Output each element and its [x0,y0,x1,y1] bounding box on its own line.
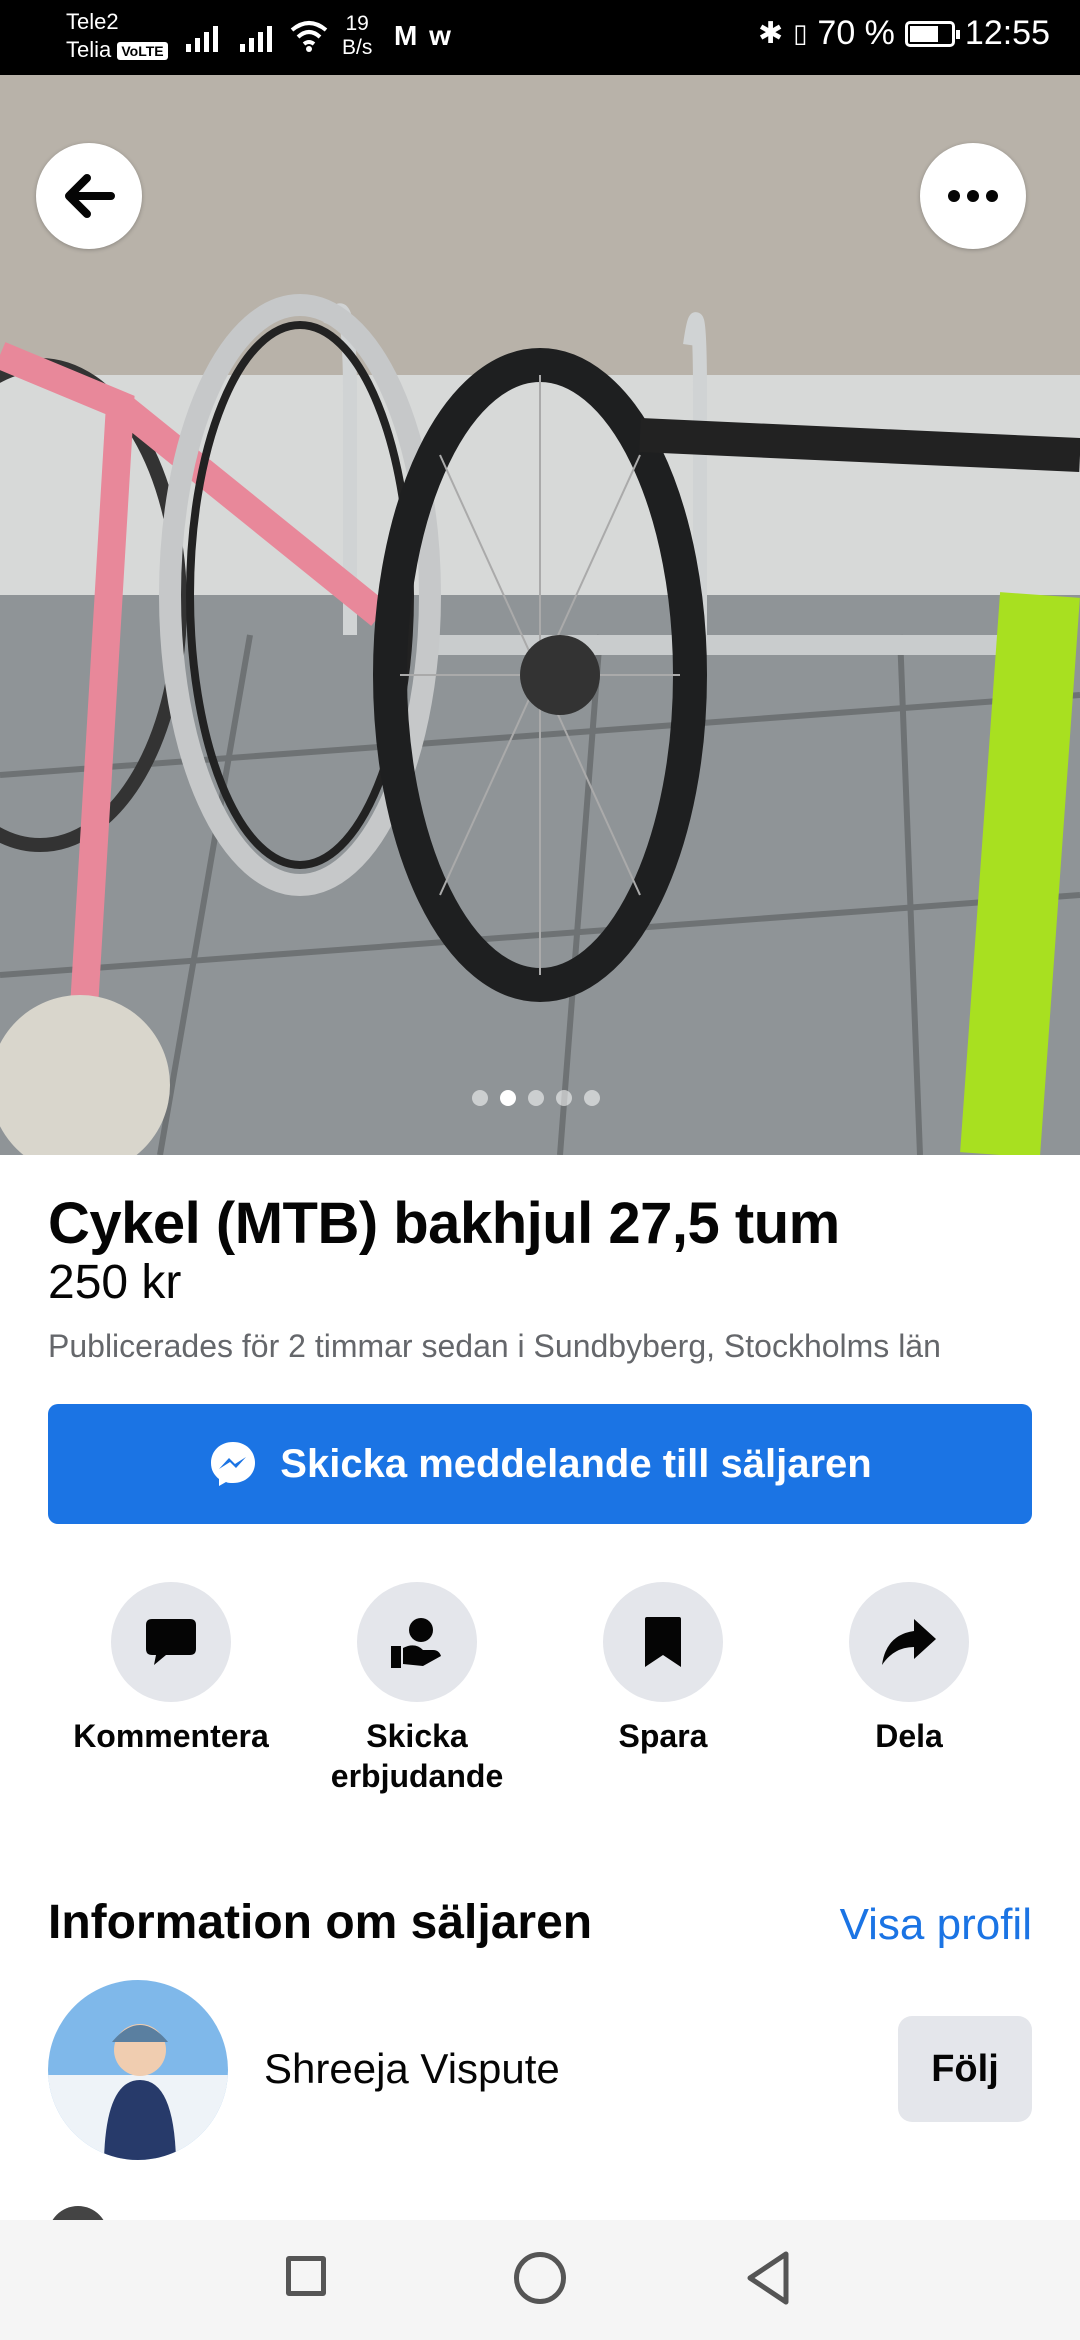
arrow-left-icon [65,174,115,218]
message-seller-button[interactable]: Skicka meddelande till säljaren [48,1404,1032,1524]
status-bar: Tele2 Telia VoLTE 19 B/s M w ✱ ▯ 70 % 12… [0,0,1080,75]
message-seller-label: Skicka meddelande till säljaren [280,1441,872,1486]
seller-info-heading: Information om säljaren [48,1896,593,1949]
comment-icon [146,1619,196,1665]
bookmark-icon [645,1617,681,1667]
seller-name[interactable]: Shreeja Vispute [264,2045,560,2093]
listing-title: Cykel (MTB) bakhjul 27,5 tum [48,1191,840,1256]
avatar-image [48,1980,228,2160]
share-label: Dela [875,1718,943,1754]
listing-posted-info: Publicerades för 2 timmar sedan i Sundby… [48,1328,941,1364]
save-button[interactable]: Spara [540,1582,786,1756]
volte-badge: VoLTE [117,42,168,61]
home-button[interactable] [514,2252,566,2304]
page-dot [584,1090,600,1106]
more-options-button[interactable] [920,143,1026,249]
system-navigation-bar [0,2220,1080,2340]
comment-button[interactable]: Kommentera [48,1582,294,1756]
wifi-icon [290,21,328,52]
bike-photo-image [0,75,1080,1155]
page-dot [528,1090,544,1106]
seller-avatar[interactable] [48,1980,228,2160]
carrier-1: Tele2 [66,9,119,34]
recents-button[interactable] [286,2256,326,2296]
ellipsis-icon [948,190,998,202]
messenger-icon [211,1442,256,1486]
carrier-info: Tele2 Telia VoLTE [66,8,168,64]
page-dot [500,1090,516,1106]
offer-icon [391,1618,441,1668]
signal-icon-2 [240,18,272,52]
follow-button[interactable]: Följ [898,2016,1032,2122]
signal-icon [186,18,218,52]
clock: 12:55 [964,14,1050,52]
page-dot [472,1090,488,1106]
page-dot [556,1090,572,1106]
send-offer-button[interactable]: Skicka erbjudande [294,1582,540,1796]
listing-photo[interactable] [0,75,1080,1155]
vibrate-icon: ▯ [793,18,808,48]
listing-price: 250 kr [48,1256,182,1309]
photo-page-indicator [472,1090,600,1106]
battery-icon [904,20,960,47]
bluetooth-icon: ✱ [757,17,784,50]
system-back-button[interactable] [744,2250,792,2306]
send-offer-label: Skicka erbjudande [330,1718,504,1794]
save-label: Spara [618,1718,708,1754]
comment-label: Kommentera [73,1718,269,1754]
share-icon [882,1619,936,1665]
network-speed: 19 B/s [342,12,373,59]
back-button[interactable] [36,143,142,249]
notification-app-icons: M w [394,20,453,51]
view-profile-link[interactable]: Visa profil [840,1900,1032,1950]
battery-percent: 70 % [817,14,895,52]
share-button[interactable]: Dela [786,1582,1032,1756]
carrier-2: Telia [66,37,112,62]
